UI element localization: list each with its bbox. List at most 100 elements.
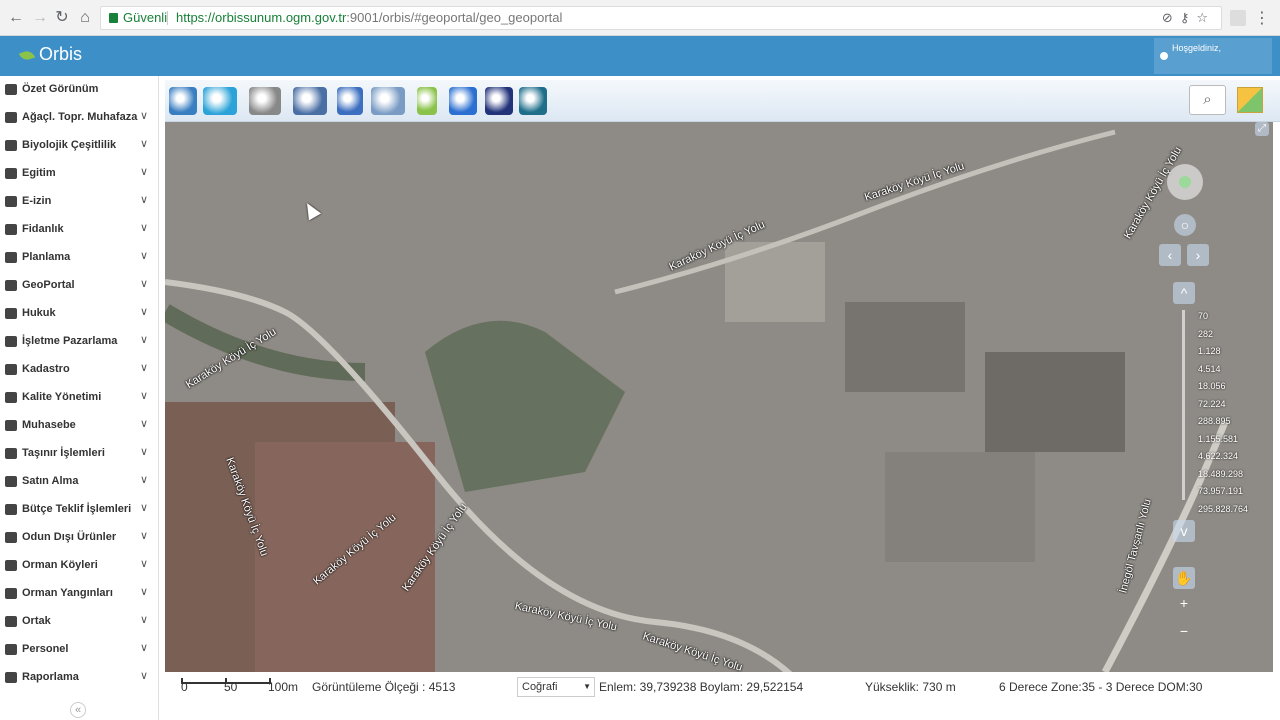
hand-pan-button[interactable]: ✋ bbox=[1173, 567, 1195, 589]
chevron-down-icon[interactable]: ∨ bbox=[140, 585, 148, 598]
sidebar-item[interactable]: Planlama ∨ bbox=[0, 244, 158, 272]
chevron-down-icon[interactable]: ∨ bbox=[140, 249, 148, 262]
sidebar-item[interactable]: Kalite Yönetimi ∨ bbox=[0, 384, 158, 412]
split-view-icon[interactable] bbox=[485, 87, 513, 115]
sidebar-item[interactable]: Orman Yangınları ∨ bbox=[0, 580, 158, 608]
sidebar-item[interactable]: Fidanlık ∨ bbox=[0, 216, 158, 244]
forward-icon[interactable]: → bbox=[30, 8, 50, 28]
chevron-down-icon[interactable]: ∨ bbox=[140, 641, 148, 654]
zoom-out-arrow-button[interactable]: v bbox=[1173, 520, 1195, 542]
browser-menu-icon[interactable]: ⋮ bbox=[1254, 8, 1270, 28]
globe-icon[interactable] bbox=[449, 87, 477, 115]
zoom-level[interactable]: 18.056 bbox=[1198, 378, 1248, 396]
tiles-icon[interactable] bbox=[519, 87, 547, 115]
zoom-level[interactable]: 1.155.581 bbox=[1198, 431, 1248, 449]
chevron-down-icon[interactable]: ∨ bbox=[140, 473, 148, 486]
sidebar-item[interactable]: Odun Dışı Ürünler ∨ bbox=[0, 524, 158, 552]
home-icon[interactable]: ⌂ bbox=[75, 8, 95, 28]
chevron-down-icon[interactable]: ∨ bbox=[140, 305, 148, 318]
basemap-selector-button[interactable] bbox=[1237, 87, 1263, 113]
chevron-down-icon[interactable]: ∨ bbox=[140, 165, 148, 178]
export-icon[interactable] bbox=[249, 87, 281, 115]
chevron-down-icon[interactable]: ∨ bbox=[140, 501, 148, 514]
zoom-in-arrow-button[interactable]: ^ bbox=[1173, 282, 1195, 304]
chevron-down-icon[interactable]: ∨ bbox=[140, 193, 148, 206]
chevron-down-icon[interactable]: ∨ bbox=[140, 137, 148, 150]
chevron-down-icon[interactable]: ∨ bbox=[140, 389, 148, 402]
prev-extent-button[interactable]: ‹ bbox=[1159, 244, 1181, 266]
sidebar-item[interactable]: Orman Köyleri ∨ bbox=[0, 552, 158, 580]
key-icon[interactable]: ⚷ bbox=[1180, 10, 1197, 25]
sidebar-item[interactable]: Personel ∨ bbox=[0, 636, 158, 664]
zoom-level[interactable]: 4.514 bbox=[1198, 361, 1248, 379]
sidebar-item[interactable]: Bütçe Teklif İşlemleri ∨ bbox=[0, 496, 158, 524]
sidebar-item[interactable]: Ortak ∨ bbox=[0, 608, 158, 636]
chevron-down-icon[interactable]: ∨ bbox=[140, 613, 148, 626]
chevron-down-icon[interactable]: ∨ bbox=[140, 669, 148, 682]
search-button[interactable]: ⌕ bbox=[1189, 85, 1226, 115]
chevron-down-icon[interactable]: ∨ bbox=[140, 333, 148, 346]
sidebar-item-label: İşletme Pazarlama bbox=[22, 335, 118, 347]
chevron-down-icon[interactable]: ∨ bbox=[140, 529, 148, 542]
zoom-level[interactable]: 282 bbox=[1198, 326, 1248, 344]
chevron-down-icon[interactable]: ∨ bbox=[140, 557, 148, 570]
zoom-out-icon[interactable]: − bbox=[1173, 620, 1195, 642]
module-icon bbox=[5, 672, 17, 683]
zoom-level[interactable]: 18.489.298 bbox=[1198, 466, 1248, 484]
zoom-in-icon[interactable]: + bbox=[1173, 592, 1195, 614]
table-icon[interactable] bbox=[371, 87, 405, 115]
sidebar-item[interactable]: İşletme Pazarlama ∨ bbox=[0, 328, 158, 356]
marker-icon[interactable] bbox=[417, 87, 437, 115]
sidebar-item[interactable]: Satın Alma ∨ bbox=[0, 468, 158, 496]
search-icon: ⌕ bbox=[1203, 91, 1212, 108]
module-icon bbox=[5, 588, 17, 599]
rotate-control[interactable]: ○ bbox=[1174, 214, 1196, 236]
pan-compass-control[interactable] bbox=[1167, 164, 1203, 200]
user-menu[interactable]: Hoşgeldiniz, bbox=[1154, 38, 1272, 74]
zoom-level[interactable]: 73.957.191 bbox=[1198, 483, 1248, 501]
zoom-level[interactable]: 72.224 bbox=[1198, 396, 1248, 414]
sidebar-item[interactable]: Muhasebe ∨ bbox=[0, 412, 158, 440]
coordinate-system-select[interactable]: Coğrafi ▼ bbox=[517, 677, 595, 697]
sidebar-item[interactable]: Hukuk ∨ bbox=[0, 300, 158, 328]
app-logo[interactable]: Orbis bbox=[18, 44, 82, 65]
back-icon[interactable]: ← bbox=[6, 8, 26, 28]
print-icon[interactable] bbox=[293, 87, 327, 115]
sidebar-item[interactable]: E-izin ∨ bbox=[0, 188, 158, 216]
sidebar-collapse-button[interactable]: « bbox=[70, 702, 86, 718]
zoom-level[interactable]: 288.895 bbox=[1198, 413, 1248, 431]
next-extent-button[interactable]: › bbox=[1187, 244, 1209, 266]
chevron-down-icon[interactable]: ∨ bbox=[140, 277, 148, 290]
reload-icon[interactable]: ↻ bbox=[52, 8, 72, 28]
chevron-down-icon[interactable]: ∨ bbox=[140, 361, 148, 374]
zoom-level[interactable]: 4.622.324 bbox=[1198, 448, 1248, 466]
tools-icon[interactable] bbox=[203, 87, 237, 115]
map-view[interactable]: Karaköy Köyü İç Yolu Karaköy Köyü İç Yolu… bbox=[165, 122, 1273, 672]
blocked-icon[interactable]: ⊘ bbox=[1162, 10, 1180, 25]
sidebar-item[interactable]: Biyolojik Çeşitlilik ∨ bbox=[0, 132, 158, 160]
chevron-down-icon[interactable]: ∨ bbox=[140, 417, 148, 430]
zoom-slider[interactable] bbox=[1182, 310, 1185, 500]
sidebar-item[interactable]: Egitim ∨ bbox=[0, 160, 158, 188]
sidebar-item[interactable]: Taşınır İşlemleri ∨ bbox=[0, 440, 158, 468]
secure-indicator[interactable]: Güvenli bbox=[109, 7, 167, 29]
leaf-icon bbox=[18, 48, 36, 63]
sidebar-item[interactable]: Ağaçl. Topr. Muhafaza ∨ bbox=[0, 104, 158, 132]
star-icon[interactable]: ☆ bbox=[1196, 10, 1215, 25]
chevron-down-icon[interactable]: ∨ bbox=[140, 445, 148, 458]
sidebar-item[interactable]: GeoPortal ∨ bbox=[0, 272, 158, 300]
browser-toolbar: ← → ↻ ⌂ Güvenli https://orbissunum.ogm.g… bbox=[0, 0, 1280, 36]
chevron-down-icon[interactable]: ∨ bbox=[140, 109, 148, 122]
expand-icon[interactable]: ⤢ bbox=[1255, 122, 1269, 136]
sidebar-item[interactable]: Özet Görünüm bbox=[0, 76, 158, 104]
chevron-down-icon[interactable]: ∨ bbox=[140, 221, 148, 234]
zoom-level[interactable]: 1.128 bbox=[1198, 343, 1248, 361]
refresh-icon[interactable] bbox=[337, 87, 363, 115]
zoom-level[interactable]: 295.828.764 bbox=[1198, 501, 1248, 519]
layers-stack-icon[interactable] bbox=[169, 87, 197, 115]
sidebar-item[interactable]: Kadastro ∨ bbox=[0, 356, 158, 384]
address-bar[interactable]: Güvenli https://orbissunum.ogm.gov.tr:90… bbox=[100, 6, 1222, 30]
zoom-level[interactable]: 70 bbox=[1198, 308, 1248, 326]
sidebar-item[interactable]: Raporlama ∨ bbox=[0, 664, 158, 692]
extension-icon[interactable] bbox=[1230, 10, 1246, 26]
